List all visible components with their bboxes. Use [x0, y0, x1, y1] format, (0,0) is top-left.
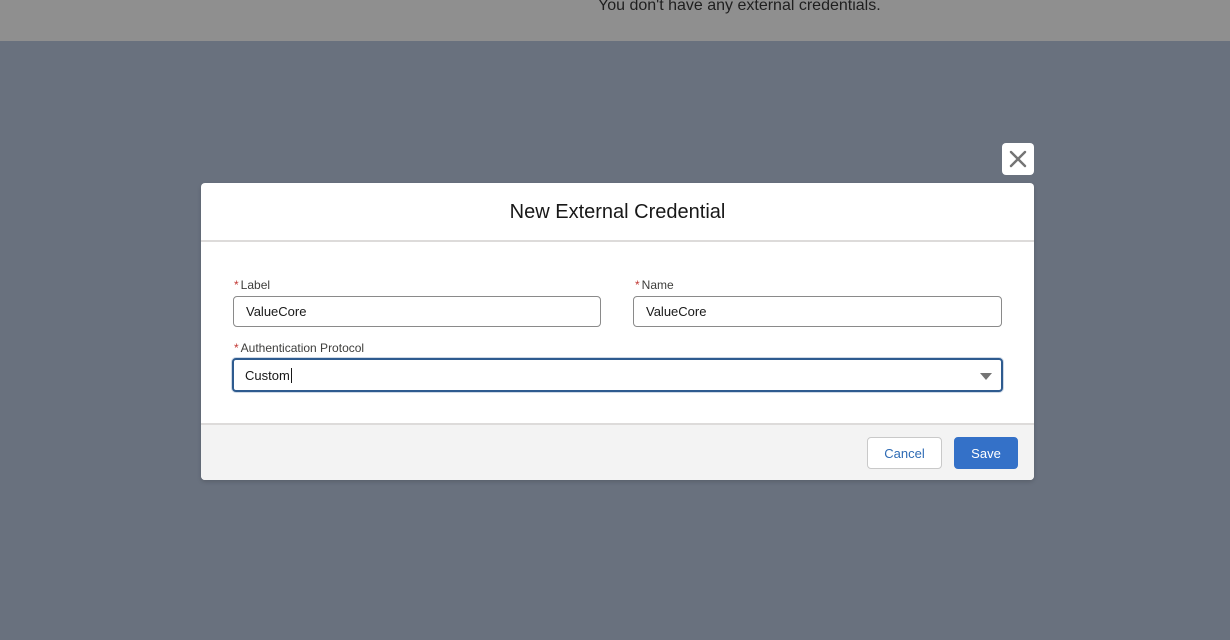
- label-input-value: ValueCore: [246, 304, 307, 319]
- label-input[interactable]: ValueCore: [233, 296, 601, 327]
- auth-protocol-input-value: Custom: [245, 367, 290, 383]
- name-input-value: ValueCore: [646, 304, 707, 319]
- modal-footer: Cancel Save: [201, 423, 1034, 480]
- auth-protocol-field-label: * Authentication Protocol: [234, 341, 364, 355]
- required-marker: *: [635, 278, 640, 292]
- empty-state-message: You don't have any external credentials.: [598, 0, 881, 14]
- modal-body: * Label ValueCore * Name ValueCore * Authen…: [201, 242, 1034, 422]
- background-page-header: You don't have any external credentials.: [0, 0, 1230, 41]
- auth-protocol-field-label-text: Authentication Protocol: [240, 341, 365, 355]
- auth-protocol-combobox[interactable]: Custom: [232, 358, 1003, 392]
- new-external-credential-modal: New External Credential * Label ValueCore…: [201, 183, 1034, 480]
- label-field-label: * Label: [234, 278, 270, 292]
- required-marker: *: [234, 278, 239, 292]
- cancel-button[interactable]: Cancel: [867, 437, 942, 469]
- required-marker: *: [234, 341, 239, 355]
- label-field-label-text: Label: [240, 278, 271, 292]
- name-field-label-text: Name: [641, 278, 674, 292]
- close-modal-button[interactable]: [1002, 143, 1034, 175]
- close-icon: [1009, 150, 1027, 168]
- chevron-down-icon[interactable]: [980, 373, 992, 380]
- name-field-label: * Name: [635, 278, 674, 292]
- name-input[interactable]: ValueCore: [633, 296, 1002, 327]
- modal-header: New External Credential: [201, 183, 1034, 242]
- modal-title: New External Credential: [509, 200, 726, 223]
- text-cursor: [290, 367, 292, 383]
- save-button[interactable]: Save: [954, 437, 1018, 469]
